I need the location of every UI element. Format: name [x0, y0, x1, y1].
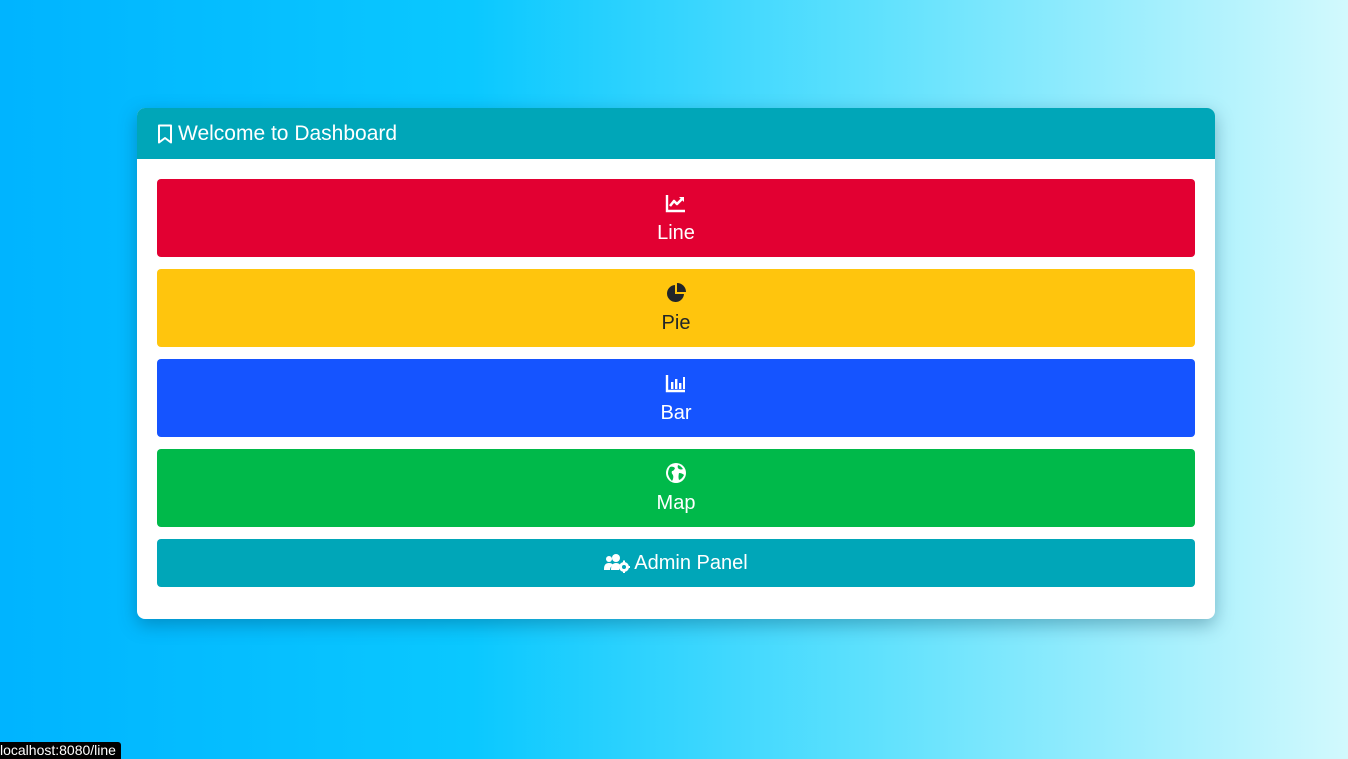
globe-icon: [665, 462, 687, 484]
card-header: Welcome to Dashboard: [137, 108, 1215, 159]
users-cog-icon: [604, 553, 631, 573]
bar-chart-icon: [665, 372, 687, 394]
map-button-label: Map: [656, 491, 696, 514]
admin-panel-button-label: Admin Panel: [634, 551, 748, 574]
line-button[interactable]: Line: [157, 179, 1195, 257]
dashboard-card: Welcome to Dashboard Line Pie Bar Map Ad…: [137, 108, 1215, 619]
line-button-label: Line: [657, 221, 695, 244]
status-bar-url: localhost:8080/line: [0, 742, 121, 759]
pie-button[interactable]: Pie: [157, 269, 1195, 347]
bar-button[interactable]: Bar: [157, 359, 1195, 437]
pie-button-label: Pie: [661, 311, 691, 334]
card-title: Welcome to Dashboard: [178, 121, 398, 145]
admin-panel-button[interactable]: Admin Panel: [157, 539, 1195, 587]
bookmark-icon: [157, 124, 173, 144]
pie-chart-icon: [665, 282, 687, 304]
card-body: Line Pie Bar Map Admin Panel: [137, 159, 1215, 587]
map-button[interactable]: Map: [157, 449, 1195, 527]
line-chart-icon: [665, 192, 687, 214]
bar-button-label: Bar: [660, 401, 692, 424]
